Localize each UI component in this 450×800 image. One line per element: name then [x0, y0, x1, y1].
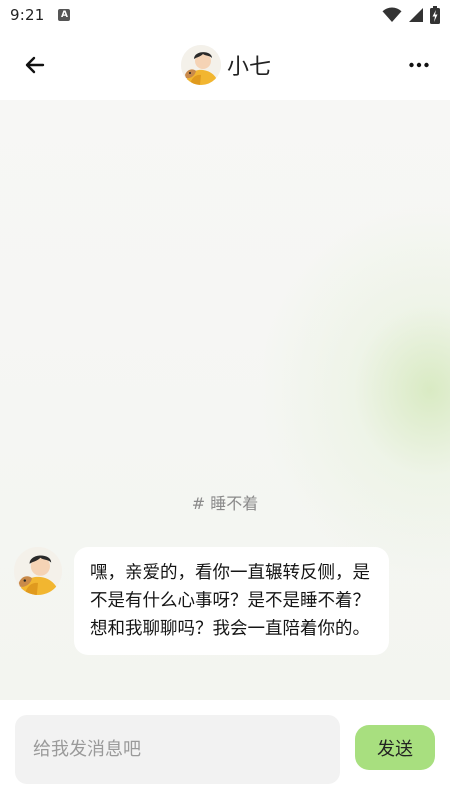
status-bar: 9:21 A: [0, 0, 450, 30]
character-avatar-icon: [180, 45, 221, 85]
back-button[interactable]: [18, 50, 52, 80]
chat-header: 小七: [0, 30, 450, 100]
more-horizontal-icon: [409, 62, 429, 68]
message-bubble[interactable]: 嘿，亲爱的，看你一直辗转反侧，是不是有什么心事呀？是不是睡不着？想和我聊聊吗？我…: [74, 547, 389, 655]
battery-charging-icon: [430, 6, 440, 24]
send-button[interactable]: 发送: [355, 725, 435, 770]
message-row: 嘿，亲爱的，看你一直辗转反侧，是不是有什么心事呀？是不是睡不着？想和我聊聊吗？我…: [14, 547, 389, 655]
composer-bar: 发送: [0, 700, 450, 800]
avatar[interactable]: [14, 547, 62, 595]
wifi-icon: [382, 7, 402, 23]
status-time: 9:21: [10, 6, 45, 24]
signal-icon: [409, 8, 423, 22]
arrow-left-icon: [25, 56, 45, 74]
topic-tag: # 睡不着: [191, 494, 259, 513]
chat-title-group: 小七: [180, 45, 271, 85]
character-avatar-icon: [14, 547, 62, 595]
status-icons: [382, 6, 440, 24]
more-options-button[interactable]: [402, 50, 436, 80]
page-title: 小七: [226, 55, 271, 80]
avatar[interactable]: [180, 45, 221, 85]
app-indicator-icon: A: [58, 9, 71, 21]
message-input[interactable]: [15, 715, 340, 784]
chat-messages-area[interactable]: # 睡不着 嘿，亲爱的，看你一直辗转反侧，是不是有什么心事呀？是不是睡不着？想和…: [0, 100, 450, 700]
